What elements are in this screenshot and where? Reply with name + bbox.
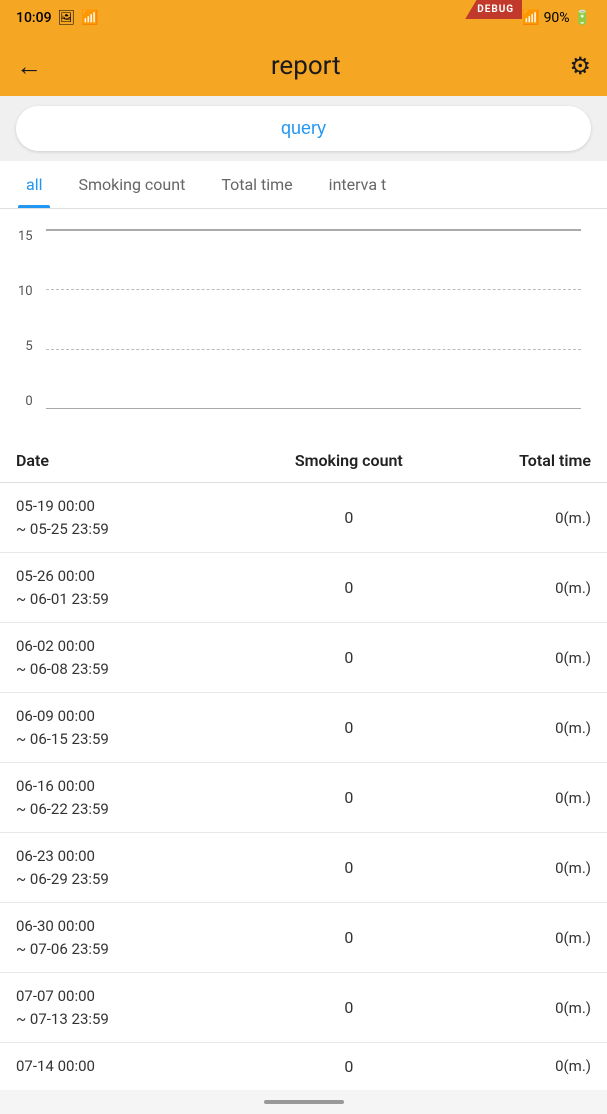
- table-row: 05-26 00:00 ~ 06-01 23:59 0 0(m.): [0, 553, 607, 623]
- query-button[interactable]: query: [16, 106, 591, 151]
- date-range-5: 06-16 00:00 ~ 06-22 23:59: [16, 775, 238, 820]
- smoking-count-3: 0: [238, 648, 440, 667]
- query-section: query: [0, 96, 607, 161]
- chart-section: 15 10 5 0: [0, 209, 607, 439]
- total-time-2: 0(m.): [440, 579, 591, 597]
- table-section: Date Smoking count Total time 05-19 00:0…: [0, 439, 607, 1090]
- status-bar-right: 📶 90% 🔋: [522, 10, 591, 26]
- table-row: 06-30 00:00 ~ 07-06 23:59 0 0(m.): [0, 903, 607, 973]
- total-time-3: 0(m.): [440, 649, 591, 667]
- smoking-count-2: 0: [238, 578, 440, 597]
- header-total-time: Total time: [440, 451, 591, 470]
- header-smoking-count: Smoking count: [238, 451, 440, 470]
- smoking-count-4: 0: [238, 718, 440, 737]
- date-range-6: 06-23 00:00 ~ 06-29 23:59: [16, 845, 238, 890]
- battery-icon: 🔋: [574, 10, 591, 26]
- smoking-count-6: 0: [238, 858, 440, 877]
- tab-smoking-count[interactable]: Smoking count: [60, 161, 203, 208]
- photo-icon: 🖼: [58, 10, 76, 26]
- bottom-navigation-bar: [0, 1090, 607, 1114]
- date-range-1: 05-19 00:00 ~ 05-25 23:59: [16, 495, 238, 540]
- settings-button[interactable]: ⚙: [569, 52, 591, 80]
- time-display: 10:09: [16, 10, 52, 26]
- total-time-9: 0(m.): [440, 1057, 591, 1075]
- date-range-2: 05-26 00:00 ~ 06-01 23:59: [16, 565, 238, 610]
- chart-y-label-10: 10: [18, 284, 33, 299]
- chart-y-label-0: 0: [25, 394, 32, 409]
- table-header: Date Smoking count Total time: [0, 439, 607, 483]
- header-date: Date: [16, 451, 238, 470]
- bottom-home-indicator: [264, 1100, 344, 1104]
- smoking-count-8: 0: [238, 998, 440, 1017]
- smoking-count-7: 0: [238, 928, 440, 947]
- status-bar: 10:09 🖼 📶 DEBUG 📶 90% 🔋: [0, 0, 607, 36]
- table-row: 07-07 00:00 ~ 07-13 23:59 0 0(m.): [0, 973, 607, 1043]
- date-range-4: 06-09 00:00 ~ 06-15 23:59: [16, 705, 238, 750]
- total-time-7: 0(m.): [440, 929, 591, 947]
- page-title: report: [271, 51, 341, 81]
- app-bar: ← report ⚙: [0, 36, 607, 96]
- table-row: 06-16 00:00 ~ 06-22 23:59 0 0(m.): [0, 763, 607, 833]
- tab-all[interactable]: all: [8, 161, 60, 208]
- table-row: 06-09 00:00 ~ 06-15 23:59 0 0(m.): [0, 693, 607, 763]
- total-time-8: 0(m.): [440, 999, 591, 1017]
- table-row: 06-02 00:00 ~ 06-08 23:59 0 0(m.): [0, 623, 607, 693]
- chart-y-label-15: 15: [18, 229, 33, 244]
- tab-interval[interactable]: interva t: [311, 161, 405, 208]
- date-range-7: 06-30 00:00 ~ 07-06 23:59: [16, 915, 238, 960]
- total-time-4: 0(m.): [440, 719, 591, 737]
- date-range-3: 06-02 00:00 ~ 06-08 23:59: [16, 635, 238, 680]
- date-range-9: 07-14 00:00: [16, 1055, 238, 1078]
- smoking-count-5: 0: [238, 788, 440, 807]
- total-time-5: 0(m.): [440, 789, 591, 807]
- debug-badge: DEBUG: [465, 0, 522, 19]
- smoking-count-9: 0: [238, 1057, 440, 1076]
- chart-y-label-5: 5: [25, 339, 32, 354]
- date-range-8: 07-07 00:00 ~ 07-13 23:59: [16, 985, 238, 1030]
- total-time-6: 0(m.): [440, 859, 591, 877]
- total-time-1: 0(m.): [440, 509, 591, 527]
- signal-icon: 📶: [81, 10, 98, 26]
- table-row: 06-23 00:00 ~ 06-29 23:59 0 0(m.): [0, 833, 607, 903]
- table-row: 07-14 00:00 0 0(m.): [0, 1043, 607, 1090]
- table-row: 05-19 00:00 ~ 05-25 23:59 0 0(m.): [0, 483, 607, 553]
- tab-total-time[interactable]: Total time: [203, 161, 310, 208]
- battery-text: 90%: [544, 10, 570, 26]
- smoking-count-1: 0: [238, 508, 440, 527]
- tabs-container: all Smoking count Total time interva t: [0, 161, 607, 209]
- back-button[interactable]: ←: [16, 51, 42, 82]
- status-bar-left: 10:09 🖼 📶: [16, 10, 99, 26]
- wifi-icon: 📶: [522, 10, 539, 26]
